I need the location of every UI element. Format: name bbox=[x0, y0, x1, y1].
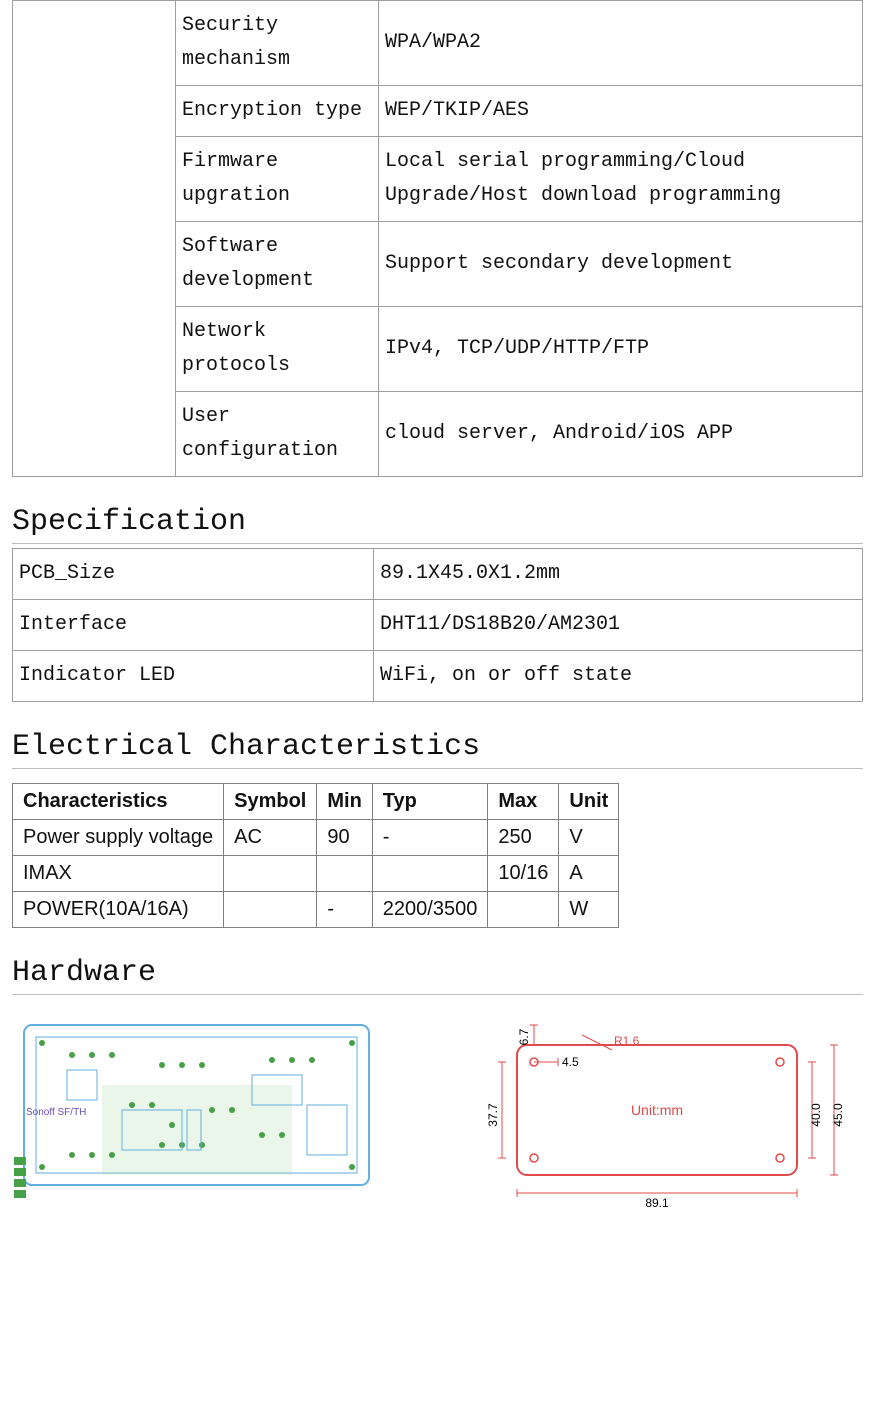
unit-label: Unit:mm bbox=[631, 1102, 683, 1118]
col-typ: Typ bbox=[372, 784, 488, 820]
param-value: WEP/TKIP/AES bbox=[379, 86, 863, 137]
param-value: Support secondary development bbox=[379, 222, 863, 307]
cell: - bbox=[372, 820, 488, 856]
cell: V bbox=[559, 820, 619, 856]
cell bbox=[317, 856, 372, 892]
param-value: cloud server, Android/iOS APP bbox=[379, 392, 863, 477]
cell bbox=[372, 856, 488, 892]
cell: A bbox=[559, 856, 619, 892]
cell: 10/16 bbox=[488, 856, 559, 892]
dim-top-v: 6.7 bbox=[517, 1028, 531, 1045]
dim-height-outer: 45.0 bbox=[831, 1103, 845, 1127]
heading-hardware: Hardware bbox=[12, 956, 863, 995]
cell: 90 bbox=[317, 820, 372, 856]
table-row: Security mechanism WPA/WPA2 bbox=[13, 1, 863, 86]
param-key: Network protocols bbox=[176, 307, 379, 392]
param-key: User configuration bbox=[176, 392, 379, 477]
cell: IMAX bbox=[13, 856, 224, 892]
param-key: Firmware upgration bbox=[176, 137, 379, 222]
table-row: POWER(10A/16A) - 2200/3500 W bbox=[13, 892, 619, 928]
cell bbox=[224, 892, 317, 928]
parameters-table: Security mechanism WPA/WPA2 Encryption t… bbox=[12, 0, 863, 477]
cell: 250 bbox=[488, 820, 559, 856]
col-characteristics: Characteristics bbox=[13, 784, 224, 820]
spec-key: PCB_Size bbox=[13, 549, 374, 600]
dim-top-h: 4.5 bbox=[562, 1055, 579, 1069]
cell: AC bbox=[224, 820, 317, 856]
cell: Power supply voltage bbox=[13, 820, 224, 856]
table-row: IMAX 10/16 A bbox=[13, 856, 619, 892]
pcb-dimension-diagram: 37.7 6.7 4.5 R1.6 bbox=[462, 1015, 852, 1215]
spec-value: DHT11/DS18B20/AM2301 bbox=[374, 600, 863, 651]
specification-table: PCB_Size 89.1X45.0X1.2mm Interface DHT11… bbox=[12, 548, 863, 702]
cell: W bbox=[559, 892, 619, 928]
cell bbox=[224, 856, 317, 892]
heading-specification: Specification bbox=[12, 505, 863, 544]
dim-height-inner: 40.0 bbox=[809, 1103, 823, 1127]
table-row: Indicator LED WiFi, on or off state bbox=[13, 651, 863, 702]
col-symbol: Symbol bbox=[224, 784, 317, 820]
spec-value: WiFi, on or off state bbox=[374, 651, 863, 702]
electrical-table: Characteristics Symbol Min Typ Max Unit … bbox=[12, 783, 619, 928]
col-min: Min bbox=[317, 784, 372, 820]
param-key: Software development bbox=[176, 222, 379, 307]
empty-cell bbox=[13, 1, 176, 477]
param-value: WPA/WPA2 bbox=[379, 1, 863, 86]
param-value: Local serial programming/Cloud Upgrade/H… bbox=[379, 137, 863, 222]
param-value: IPv4, TCP/UDP/HTTP/FTP bbox=[379, 307, 863, 392]
heading-electrical: Electrical Characteristics bbox=[12, 730, 863, 769]
table-row: PCB_Size 89.1X45.0X1.2mm bbox=[13, 549, 863, 600]
table-header-row: Characteristics Symbol Min Typ Max Unit bbox=[13, 784, 619, 820]
cell: POWER(10A/16A) bbox=[13, 892, 224, 928]
param-key: Security mechanism bbox=[176, 1, 379, 86]
spec-value: 89.1X45.0X1.2mm bbox=[374, 549, 863, 600]
dim-left: 37.7 bbox=[486, 1103, 500, 1127]
param-key: Encryption type bbox=[176, 86, 379, 137]
cell bbox=[488, 892, 559, 928]
spec-key: Indicator LED bbox=[13, 651, 374, 702]
table-row: Power supply voltage AC 90 - 250 V bbox=[13, 820, 619, 856]
col-unit: Unit bbox=[559, 784, 619, 820]
pcb-layout-diagram: Sonoff SF/TH bbox=[12, 1015, 382, 1205]
pcb-label: Sonoff SF/TH bbox=[26, 1107, 86, 1118]
dim-radius: R1.6 bbox=[614, 1034, 640, 1048]
cell: 2200/3500 bbox=[372, 892, 488, 928]
col-max: Max bbox=[488, 784, 559, 820]
cell: - bbox=[317, 892, 372, 928]
dim-width: 89.1 bbox=[645, 1196, 669, 1210]
table-row: Interface DHT11/DS18B20/AM2301 bbox=[13, 600, 863, 651]
spec-key: Interface bbox=[13, 600, 374, 651]
